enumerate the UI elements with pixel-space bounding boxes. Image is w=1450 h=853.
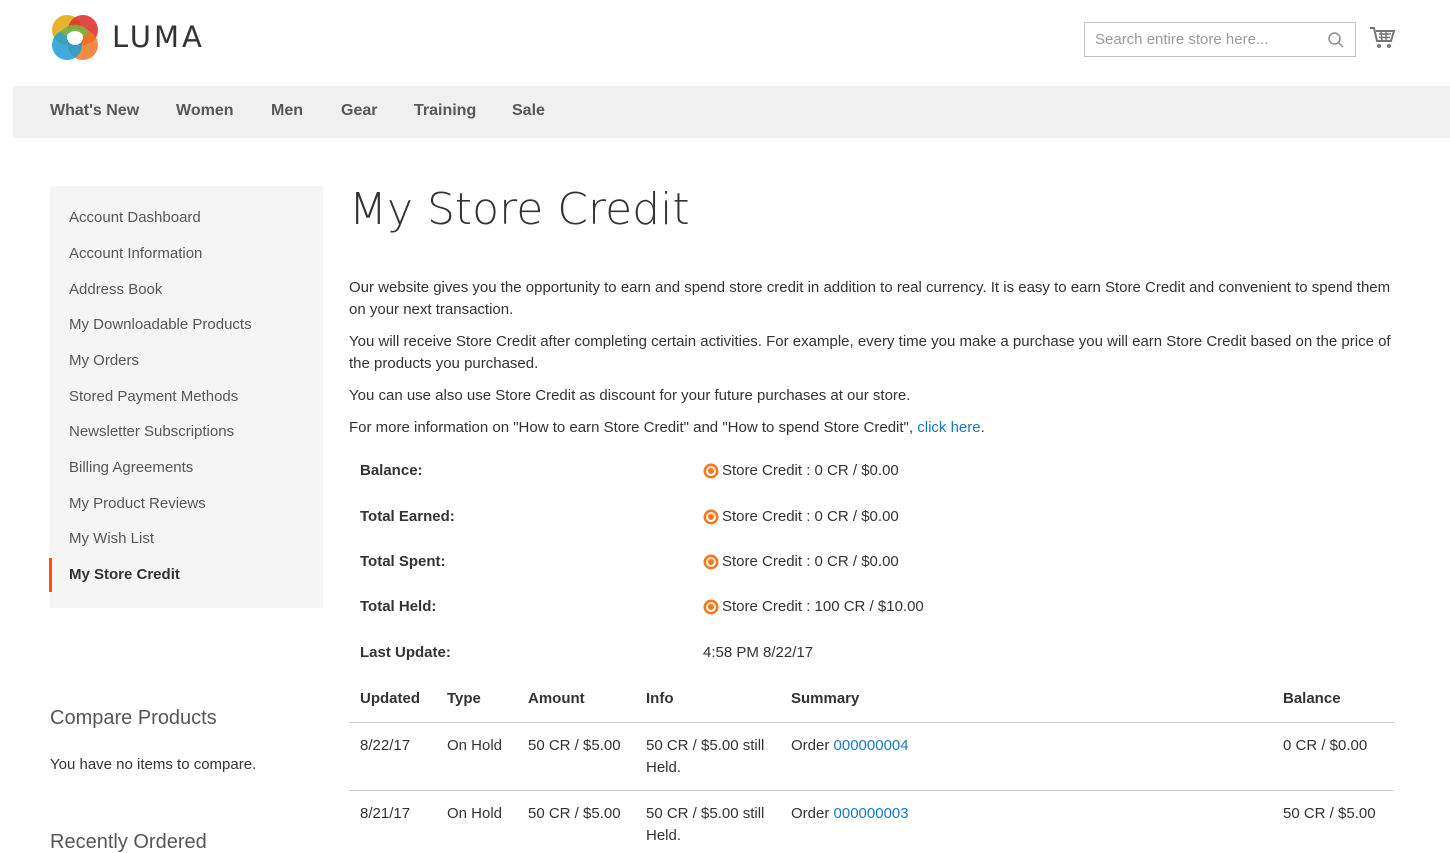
account-sidebar: Account Dashboard Account Information Ad… bbox=[50, 186, 323, 608]
last-update-value: 4:58 PM 8/22/17 bbox=[703, 644, 814, 661]
order-link[interactable]: 000000003 bbox=[834, 805, 909, 822]
nav-item-sale[interactable]: Sale bbox=[512, 102, 545, 120]
total-held-value-text: Store Credit : 100 CR / $10.00 bbox=[722, 598, 924, 615]
recently-ordered-title: Recently Ordered bbox=[50, 831, 207, 853]
nav-item-women[interactable]: Women bbox=[176, 102, 233, 120]
sidebar-item-stored-payment-methods[interactable]: Stored Payment Methods bbox=[69, 388, 238, 405]
sidebar-item-address-book[interactable]: Address Book bbox=[69, 281, 162, 298]
cart-icon[interactable] bbox=[1368, 25, 1396, 51]
row-info-line-2: Held. bbox=[646, 827, 682, 844]
nav-item-gear[interactable]: Gear bbox=[341, 102, 377, 120]
row-amount: 50 CR / $5.00 bbox=[528, 737, 621, 754]
active-item-indicator bbox=[49, 558, 52, 592]
last-update-label: Last Update: bbox=[360, 644, 451, 661]
table-header-divider bbox=[349, 722, 1394, 723]
total-earned-value: Store Credit : 0 CR / $0.00 bbox=[703, 508, 899, 525]
balance-row: Balance: Store Credit : 0 CR / $0.00 bbox=[360, 462, 1060, 484]
total-earned-value-text: Store Credit : 0 CR / $0.00 bbox=[722, 508, 899, 525]
column-header-amount: Amount bbox=[528, 690, 585, 707]
sidebar-item-wish-list[interactable]: My Wish List bbox=[69, 530, 154, 547]
logo-text: LUMA bbox=[112, 20, 205, 54]
more-info-paragraph: For more information on "How to earn Sto… bbox=[349, 417, 1409, 439]
sidebar-item-billing-agreements[interactable]: Billing Agreements bbox=[69, 459, 193, 476]
search-input[interactable] bbox=[1085, 23, 1315, 56]
total-held-value: Store Credit : 100 CR / $10.00 bbox=[703, 598, 924, 615]
store-credit-icon bbox=[703, 463, 719, 478]
row-info-line-2: Held. bbox=[646, 759, 682, 776]
search-icon[interactable] bbox=[1327, 31, 1345, 49]
total-spent-label: Total Spent: bbox=[360, 553, 446, 570]
store-logo[interactable]: LUMA bbox=[50, 12, 205, 62]
sidebar-item-store-credit[interactable]: My Store Credit bbox=[69, 566, 180, 583]
compare-products-title: Compare Products bbox=[50, 707, 217, 729]
row-info-line-1: 50 CR / $5.00 still bbox=[646, 805, 765, 822]
store-credit-icon bbox=[703, 599, 719, 614]
balance-value: Store Credit : 0 CR / $0.00 bbox=[703, 462, 899, 479]
row-type: On Hold bbox=[447, 737, 503, 754]
balance-label: Balance: bbox=[360, 462, 423, 479]
table-row-divider bbox=[349, 790, 1394, 791]
store-credit-icon bbox=[703, 554, 719, 569]
more-info-suffix: . bbox=[980, 419, 985, 436]
row-summary-prefix: Order bbox=[791, 805, 834, 822]
row-updated: 8/22/17 bbox=[360, 737, 411, 754]
compare-products-empty-text: You have no items to compare. bbox=[50, 756, 257, 773]
search-box bbox=[1084, 22, 1356, 57]
row-summary: Order 000000003 bbox=[791, 803, 909, 825]
page-title: My Store Credit bbox=[349, 184, 690, 235]
click-here-link[interactable]: click here bbox=[917, 419, 980, 436]
row-type: On Hold bbox=[447, 805, 503, 822]
sidebar-item-account-dashboard[interactable]: Account Dashboard bbox=[69, 209, 201, 226]
total-spent-row: Total Spent: Store Credit : 0 CR / $0.00 bbox=[360, 553, 1060, 575]
sidebar-item-downloadable-products[interactable]: My Downloadable Products bbox=[69, 316, 252, 333]
sidebar-item-newsletter-subscriptions[interactable]: Newsletter Subscriptions bbox=[69, 423, 234, 440]
row-balance: 50 CR / $5.00 bbox=[1283, 805, 1376, 822]
total-held-row: Total Held: Store Credit : 100 CR / $10.… bbox=[360, 598, 1060, 620]
nav-item-men[interactable]: Men bbox=[271, 102, 303, 120]
sidebar-item-account-information[interactable]: Account Information bbox=[69, 245, 202, 262]
row-summary-prefix: Order bbox=[791, 737, 834, 754]
balance-value-text: Store Credit : 0 CR / $0.00 bbox=[722, 462, 899, 479]
column-header-type: Type bbox=[447, 690, 481, 707]
column-header-info: Info bbox=[646, 690, 674, 707]
column-header-updated: Updated bbox=[360, 690, 420, 707]
total-spent-value: Store Credit : 0 CR / $0.00 bbox=[703, 553, 899, 570]
total-earned-label: Total Earned: bbox=[360, 508, 455, 525]
more-info-text: For more information on "How to earn Sto… bbox=[349, 419, 918, 436]
row-info-line-1: 50 CR / $5.00 still bbox=[646, 737, 765, 754]
total-earned-row: Total Earned: Store Credit : 0 CR / $0.0… bbox=[360, 508, 1060, 530]
intro-paragraph-2: You will receive Store Credit after comp… bbox=[349, 333, 1391, 372]
row-updated: 8/21/17 bbox=[360, 805, 411, 822]
column-header-summary: Summary bbox=[791, 690, 860, 707]
last-update-row: Last Update: 4:58 PM 8/22/17 bbox=[360, 644, 1060, 666]
total-spent-value-text: Store Credit : 0 CR / $0.00 bbox=[722, 553, 899, 570]
nav-item-whats-new[interactable]: What's New bbox=[50, 102, 139, 120]
sidebar-item-my-orders[interactable]: My Orders bbox=[69, 352, 139, 369]
intro-paragraph-3: You can use also use Store Credit as dis… bbox=[349, 387, 911, 404]
sidebar-item-product-reviews[interactable]: My Product Reviews bbox=[69, 495, 206, 512]
page-header: LUMA bbox=[0, 0, 1450, 86]
row-amount: 50 CR / $5.00 bbox=[528, 805, 621, 822]
main-navigation: What's New Women Men Gear Training Sale bbox=[13, 86, 1450, 138]
column-header-balance: Balance bbox=[1283, 690, 1341, 707]
luma-logo-icon bbox=[52, 15, 98, 60]
nav-item-training[interactable]: Training bbox=[414, 102, 476, 120]
order-link[interactable]: 000000004 bbox=[834, 737, 909, 754]
total-held-label: Total Held: bbox=[360, 598, 437, 615]
store-credit-icon bbox=[703, 509, 719, 524]
row-summary: Order 000000004 bbox=[791, 735, 909, 757]
row-balance: 0 CR / $0.00 bbox=[1283, 737, 1368, 754]
intro-paragraph-1: Our website gives you the opportunity to… bbox=[349, 279, 1391, 318]
